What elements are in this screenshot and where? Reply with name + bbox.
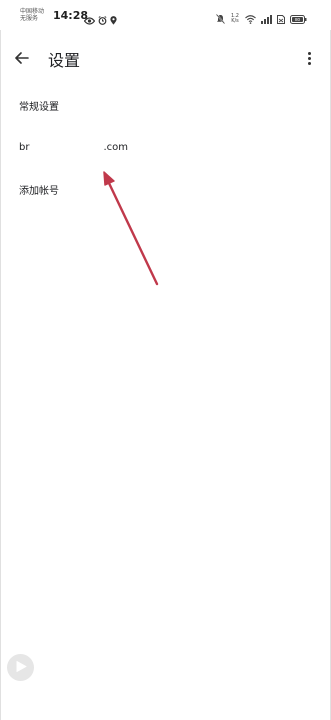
add-account-label: 添加帐号 bbox=[19, 185, 59, 197]
status-bar: 中国移动 无服务 14:28 1.2 K/s 80 bbox=[0, 0, 331, 30]
status-time: 14:28 bbox=[53, 9, 89, 22]
back-button[interactable] bbox=[10, 46, 34, 70]
add-account-item[interactable]: 添加帐号 bbox=[0, 168, 331, 210]
more-vert-dot bbox=[307, 61, 311, 65]
more-vert-dot bbox=[307, 56, 311, 60]
signal-icon bbox=[261, 9, 272, 28]
more-vert-dot bbox=[307, 51, 311, 55]
status-icons-right: 1.2 K/s 80 bbox=[215, 9, 307, 28]
more-options-button[interactable] bbox=[301, 46, 317, 70]
status-icons-left bbox=[83, 10, 117, 29]
network-speed: 1.2 K/s bbox=[230, 13, 240, 24]
carrier-name: 中国移动 bbox=[20, 8, 45, 15]
battery-level: 80 bbox=[295, 17, 301, 22]
sim-icon bbox=[277, 9, 285, 28]
carrier-status: 无服务 bbox=[20, 15, 39, 22]
carrier-info: 中国移动 无服务 bbox=[20, 8, 50, 22]
mute-icon bbox=[215, 9, 226, 28]
eye-icon bbox=[83, 10, 96, 29]
settings-list: 常规设置 br .com 添加帐号 bbox=[0, 84, 331, 210]
account-item[interactable]: br .com bbox=[0, 126, 331, 168]
battery-icon: 80 bbox=[290, 9, 307, 28]
wifi-icon bbox=[245, 9, 256, 28]
arrow-back-icon bbox=[15, 49, 29, 68]
page-title: 设置 bbox=[48, 51, 81, 70]
floating-assist-button[interactable] bbox=[7, 654, 34, 681]
app-toolbar: 设置 bbox=[0, 38, 331, 78]
account-email-suffix: .com bbox=[103, 141, 129, 153]
network-speed-unit: K/s bbox=[231, 17, 239, 24]
alarm-icon bbox=[98, 10, 107, 29]
account-email-prefix: br bbox=[19, 141, 30, 153]
general-settings-label: 常规设置 bbox=[19, 101, 59, 113]
play-triangle-icon bbox=[15, 658, 27, 677]
location-icon bbox=[110, 10, 117, 29]
general-settings-item[interactable]: 常规设置 bbox=[0, 84, 331, 126]
